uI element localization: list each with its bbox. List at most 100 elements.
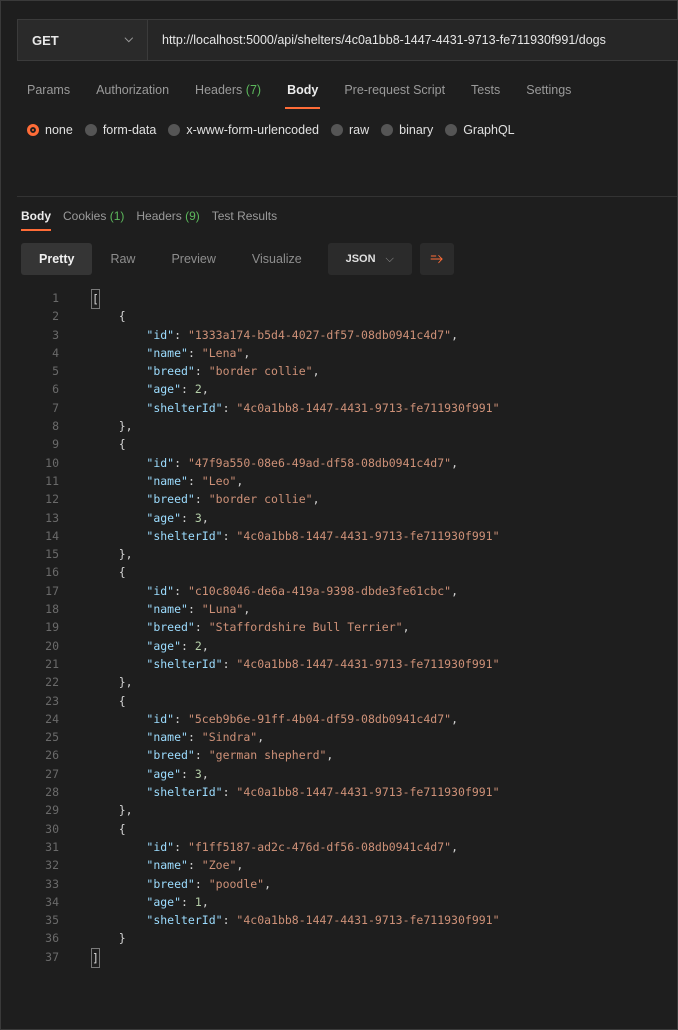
radio-dot-icon <box>381 124 394 136</box>
code-text: "breed": "poodle", <box>146 876 272 891</box>
code-text: } <box>91 931 126 946</box>
response-tab-test-results[interactable]: Test Results <box>212 209 277 223</box>
line-number: 36 <box>45 931 59 946</box>
code-line: 19 "breed": "Staffordshire Bull Terrier"… <box>21 618 671 636</box>
code-text: "id": "f1ff5187-ad2c-476d-df56-08db0941c… <box>146 839 458 854</box>
line-number: 23 <box>45 693 59 708</box>
url-input[interactable]: http://localhost:5000/api/shelters/4c0a1… <box>147 19 678 61</box>
tab-label: Headers <box>136 209 182 223</box>
line-number: 4 <box>52 345 59 360</box>
code-line: 4 "name": "Lena", <box>21 344 671 362</box>
code-line: 15 }, <box>21 545 671 563</box>
tab-label: Body <box>21 209 51 223</box>
code-text: [ <box>91 289 100 310</box>
code-line: 16 { <box>21 563 671 581</box>
code-text: "shelterId": "4c0a1bb8-1447-4431-9713-fe… <box>146 913 500 928</box>
view-raw-button[interactable]: Raw <box>92 243 153 275</box>
line-number: 8 <box>52 419 59 434</box>
line-number: 19 <box>45 620 59 635</box>
code-line: 17 "id": "c10c8046-de6a-419a-9398-dbde3f… <box>21 582 671 600</box>
view-preview-button[interactable]: Preview <box>153 243 233 275</box>
code-line: 20 "age": 2, <box>21 637 671 655</box>
response-tabs: Body Cookies (1) Headers (9) Test Results <box>21 209 289 231</box>
line-number: 27 <box>45 766 59 781</box>
line-number: 25 <box>45 730 59 745</box>
code-line: 13 "age": 3, <box>21 509 671 527</box>
line-number: 3 <box>52 327 59 342</box>
code-line: 18 "name": "Luna", <box>21 600 671 618</box>
tab-body[interactable]: Body <box>285 83 321 109</box>
radio-label: raw <box>349 123 370 137</box>
wrap-lines-icon[interactable]: ⥱ <box>419 243 454 275</box>
response-body: 1[2 {3 "id": "1333a174-b5d4-4027-df57-08… <box>21 289 671 968</box>
line-number: 6 <box>52 382 59 397</box>
tab-tests[interactable]: Tests <box>471 83 500 97</box>
code-text: "shelterId": "4c0a1bb8-1447-4431-9713-fe… <box>146 528 500 543</box>
code-line: 27 "age": 3, <box>21 765 671 783</box>
tab-pre-request-script[interactable]: Pre-request Script <box>344 83 445 97</box>
tab-label: Headers <box>195 83 243 97</box>
radio-dot-icon <box>84 124 97 136</box>
radio-graphql[interactable]: GraphQL <box>445 123 515 137</box>
code-line: 28 "shelterId": "4c0a1bb8-1447-4431-9713… <box>21 783 671 801</box>
code-text: "name": "Luna", <box>146 602 251 617</box>
code-text: "id": "c10c8046-de6a-419a-9398-dbde3fe61… <box>146 583 458 598</box>
view-visualize-button[interactable]: Visualize <box>234 243 320 275</box>
radio-dot-icon <box>168 124 181 136</box>
tab-headers[interactable]: Headers (7) <box>195 83 261 97</box>
divider <box>17 196 677 197</box>
radio-binary[interactable]: binary <box>381 123 433 137</box>
code-text: "breed": "border collie", <box>146 492 320 507</box>
line-number: 7 <box>52 400 59 415</box>
code-line: 5 "breed": "border collie", <box>21 362 671 380</box>
line-number: 28 <box>45 785 59 800</box>
tab-settings[interactable]: Settings <box>526 83 571 97</box>
code-text: }, <box>91 419 133 434</box>
request-tabs: Params Authorization Headers (7) Body Pre-re… <box>27 83 597 109</box>
response-tab-headers[interactable]: Headers (9) <box>136 209 199 223</box>
code-line: 1[ <box>21 289 671 310</box>
line-number: 16 <box>45 565 59 580</box>
response-tab-body[interactable]: Body <box>21 209 51 231</box>
line-number: 15 <box>45 547 59 562</box>
code-text: }, <box>91 675 133 690</box>
code-line: 7 "shelterId": "4c0a1bb8-1447-4431-9713-… <box>21 399 671 417</box>
tab-count: (9) <box>185 209 200 223</box>
method-select[interactable]: GET ⌵ <box>17 19 147 61</box>
radio-raw[interactable]: raw <box>331 123 369 137</box>
tab-params[interactable]: Params <box>27 83 70 97</box>
format-label: JSON <box>345 253 376 265</box>
response-tab-cookies[interactable]: Cookies (1) <box>63 209 124 223</box>
line-number: 33 <box>45 876 59 891</box>
line-number: 24 <box>45 711 59 726</box>
tab-authorization[interactable]: Authorization <box>96 83 169 97</box>
line-number: 18 <box>45 602 59 617</box>
code-text: "name": "Sindra", <box>146 730 265 745</box>
code-line: 2 { <box>21 307 671 325</box>
tab-label: Authorization <box>96 83 170 97</box>
code-text: "id": "5ceb9b6e-91ff-4b04-df59-08db0941c… <box>146 711 458 726</box>
code-text: { <box>91 693 126 708</box>
format-select[interactable]: JSON ⌵ <box>327 243 412 275</box>
code-text: "name": "Zoe", <box>146 858 244 873</box>
body-type-radios: none form-data x-www-form-urlencoded raw bin… <box>27 123 527 137</box>
tab-label: Test Results <box>211 209 278 223</box>
radio-none[interactable]: none <box>27 123 73 137</box>
line-number: 12 <box>45 492 59 507</box>
code-line: 3 "id": "1333a174-b5d4-4027-df57-08db094… <box>21 326 671 344</box>
code-text: "shelterId": "4c0a1bb8-1447-4431-9713-fe… <box>146 785 500 800</box>
code-line: 31 "id": "f1ff5187-ad2c-476d-df56-08db09… <box>21 838 671 856</box>
code-text: { <box>91 565 126 580</box>
code-text: "age": 3, <box>146 510 209 525</box>
line-number: 31 <box>45 839 59 854</box>
line-number: 5 <box>52 364 59 379</box>
url-bar: GET ⌵ http://localhost:5000/api/shelters… <box>17 19 678 61</box>
view-pretty-button[interactable]: Pretty <box>21 243 93 275</box>
line-number: 22 <box>45 675 59 690</box>
code-line: 37] <box>21 947 671 968</box>
code-line: 14 "shelterId": "4c0a1bb8-1447-4431-9713… <box>21 527 671 545</box>
radio-form-data[interactable]: form-data <box>84 123 156 137</box>
radio-x-www-form-urlencoded[interactable]: x-www-form-urlencoded <box>168 123 319 137</box>
code-text: }, <box>91 547 133 562</box>
code-text: "shelterId": "4c0a1bb8-1447-4431-9713-fe… <box>146 400 500 415</box>
